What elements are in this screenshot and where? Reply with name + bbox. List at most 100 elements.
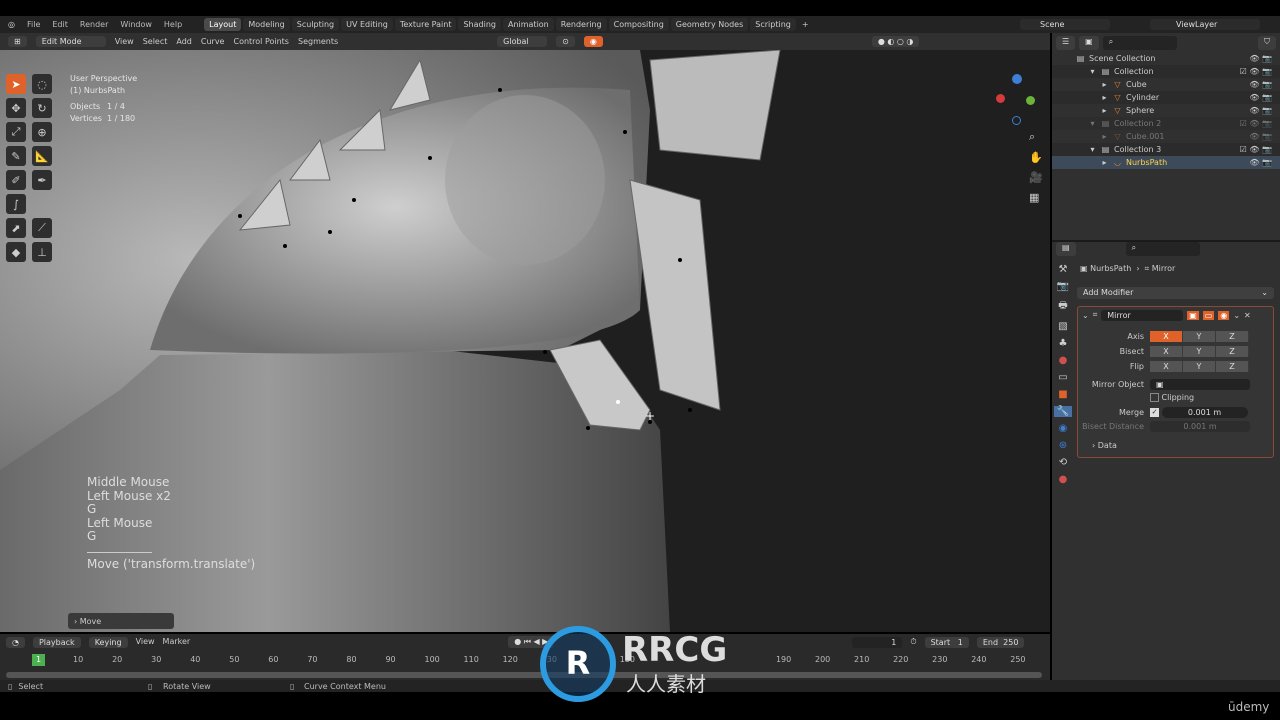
timeline-scrollbar[interactable] bbox=[6, 672, 1042, 678]
menu-segments[interactable]: Segments bbox=[298, 37, 338, 46]
exclude-checkbox[interactable]: ☑ bbox=[1240, 119, 1250, 128]
collapse-chevron-icon[interactable]: ⌄ bbox=[1082, 311, 1089, 320]
tab-geometry-nodes[interactable]: Geometry Nodes bbox=[670, 18, 749, 31]
menu-help[interactable]: Help bbox=[164, 20, 182, 29]
tilt-tool[interactable]: ◆ bbox=[6, 242, 26, 262]
exclude-checkbox[interactable]: ☑ bbox=[1240, 145, 1250, 154]
menu-select[interactable]: Select bbox=[143, 37, 168, 46]
outliner-item-cube[interactable]: ▸ ▽ Cube 👁 📷 bbox=[1052, 78, 1280, 91]
add-workspace-button[interactable]: + bbox=[802, 20, 809, 29]
filter-view-button[interactable]: ▣ bbox=[1079, 36, 1099, 50]
add-modifier-dropdown[interactable]: Add Modifier ⌄ bbox=[1077, 287, 1274, 299]
menu-add[interactable]: Add bbox=[176, 37, 192, 46]
tab-scripting[interactable]: Scripting bbox=[750, 18, 796, 31]
timeline-menu-playback[interactable]: Playback bbox=[32, 636, 81, 648]
view-layer-tab-icon[interactable]: ▧ bbox=[1058, 321, 1067, 332]
material-tab-icon[interactable]: ● bbox=[1059, 474, 1068, 485]
camera-render-icon[interactable]: 📷 bbox=[1262, 67, 1272, 76]
merge-checkbox[interactable]: ✓ bbox=[1150, 408, 1159, 417]
menu-view[interactable]: View bbox=[115, 37, 134, 46]
expand-arrow-icon[interactable]: ▸ bbox=[1100, 93, 1109, 102]
delete-modifier-icon[interactable]: ✕ bbox=[1244, 311, 1251, 320]
pen-tool[interactable]: ✒ bbox=[32, 170, 52, 190]
expand-arrow-icon[interactable]: ▾ bbox=[1088, 145, 1097, 154]
timeline-menu-keying[interactable]: Keying bbox=[88, 636, 128, 648]
camera-render-icon[interactable]: 📷 bbox=[1262, 145, 1272, 154]
editor-type-button[interactable]: ⊞ bbox=[8, 36, 27, 47]
eye-icon[interactable]: 👁 bbox=[1249, 132, 1262, 141]
camera-render-icon[interactable]: 📷 bbox=[1262, 93, 1272, 102]
snap-toggle[interactable]: ⊙ bbox=[556, 36, 575, 47]
timeline-menu-view[interactable]: View bbox=[136, 637, 155, 648]
scene-tab-icon[interactable]: ♣ bbox=[1059, 338, 1068, 349]
render-tab-icon[interactable]: 📷 bbox=[1057, 281, 1069, 292]
constraints-tab-icon[interactable]: ⊛ bbox=[1059, 440, 1067, 451]
radius-tool[interactable]: ⟋ bbox=[32, 218, 52, 238]
expand-arrow-icon[interactable]: ▾ bbox=[1088, 119, 1097, 128]
collection-tab-icon[interactable]: ▭ bbox=[1058, 372, 1067, 383]
camera-render-icon[interactable]: 📷 bbox=[1262, 54, 1272, 63]
timeline-editor-button[interactable]: ◔ bbox=[6, 636, 25, 648]
camera-render-icon[interactable]: 📷 bbox=[1262, 132, 1272, 141]
properties-editor-button[interactable]: ▤ bbox=[1056, 242, 1076, 256]
scene-selector[interactable]: Scene bbox=[1020, 19, 1110, 30]
randomize-tool[interactable]: ⊥ bbox=[32, 242, 52, 262]
select-circle-tool[interactable]: ◌ bbox=[32, 74, 52, 94]
modifier-menu-icon[interactable]: ⌄ bbox=[1233, 311, 1240, 320]
draw-tool[interactable]: ✐ bbox=[6, 170, 26, 190]
modifier-name-field[interactable]: Mirror bbox=[1101, 309, 1184, 321]
menu-control-points[interactable]: Control Points bbox=[233, 37, 289, 46]
tab-modeling[interactable]: Modeling bbox=[243, 18, 290, 31]
data-tab-icon[interactable]: ⟲ bbox=[1059, 457, 1067, 468]
menu-edit[interactable]: Edit bbox=[52, 20, 68, 29]
blender-logo-icon[interactable]: ◎ bbox=[8, 20, 15, 29]
camera-render-icon[interactable]: 📷 bbox=[1262, 80, 1272, 89]
viewport-toggle[interactable]: ▭ bbox=[1202, 310, 1215, 320]
clipping-checkbox[interactable] bbox=[1150, 393, 1159, 402]
menu-window[interactable]: Window bbox=[120, 20, 152, 29]
frame-ruler[interactable]: 1 10203040506070809010011012013015019020… bbox=[0, 654, 1050, 670]
annotate-tool[interactable]: ✎ bbox=[6, 146, 26, 166]
tab-layout[interactable]: Layout bbox=[204, 18, 242, 31]
properties-search[interactable]: ⌕ bbox=[1125, 242, 1200, 256]
redo-panel[interactable]: › Move bbox=[68, 613, 174, 629]
eye-icon[interactable]: 👁 bbox=[1249, 119, 1262, 128]
menu-curve[interactable]: Curve bbox=[201, 37, 225, 46]
tab-rendering[interactable]: Rendering bbox=[555, 18, 607, 31]
flip-z-toggle[interactable]: Z bbox=[1216, 361, 1249, 372]
menu-file[interactable]: File bbox=[27, 20, 40, 29]
select-tool[interactable]: ➤ bbox=[6, 74, 26, 94]
outliner-item-cube-001[interactable]: ▸ ▽ Cube.001 👁 📷 bbox=[1052, 130, 1280, 143]
navigation-gizmo[interactable] bbox=[996, 74, 1038, 125]
expand-arrow-icon[interactable]: ▾ bbox=[1088, 67, 1097, 76]
mirror-object-field[interactable]: ▣ bbox=[1150, 379, 1250, 390]
scale-tool[interactable]: ⤢ bbox=[6, 122, 26, 142]
eye-icon[interactable]: 👁 bbox=[1249, 67, 1262, 76]
expand-arrow-icon[interactable]: ▸ bbox=[1100, 80, 1109, 89]
eye-icon[interactable]: 👁 bbox=[1249, 158, 1262, 167]
transform-tool[interactable]: ⊕ bbox=[32, 122, 52, 142]
grid-icon[interactable]: ▦ bbox=[1029, 191, 1043, 204]
data-subpanel[interactable]: › Data bbox=[1078, 441, 1273, 450]
expand-arrow-icon[interactable]: ▸ bbox=[1100, 132, 1109, 141]
editmode-toggle[interactable]: ▣ bbox=[1187, 310, 1199, 320]
end-frame-field[interactable]: End 250 bbox=[976, 636, 1025, 648]
camera-render-icon[interactable]: 📷 bbox=[1262, 158, 1272, 167]
curve-pen-tool[interactable]: ∫ bbox=[6, 194, 26, 214]
eye-icon[interactable]: 👁 bbox=[1249, 80, 1262, 89]
physics-tab-icon[interactable]: ◉ bbox=[1059, 423, 1068, 434]
camera-render-icon[interactable]: 📷 bbox=[1262, 119, 1272, 128]
extrude-tool[interactable]: ⬈ bbox=[6, 218, 26, 238]
tool-tab-icon[interactable]: ⚒ bbox=[1059, 264, 1068, 275]
tab-sculpting[interactable]: Sculpting bbox=[291, 18, 340, 31]
expand-arrow-icon[interactable]: ▸ bbox=[1100, 158, 1109, 167]
tab-texture-paint[interactable]: Texture Paint bbox=[394, 18, 457, 31]
rotate-tool[interactable]: ↻ bbox=[32, 98, 52, 118]
3d-viewport[interactable]: + ➤ ◌ ✥ ↻ ⤢ ⊕ ✎ 📐 ✐ ✒ ∫ ⬈ ⟋ ◆ ⊥ User Perspectiv… bbox=[0, 50, 1050, 632]
eye-icon[interactable]: 👁 bbox=[1249, 145, 1262, 154]
mode-dropdown[interactable]: Edit Mode bbox=[35, 36, 106, 47]
pan-hand-icon[interactable]: ✋ bbox=[1029, 151, 1043, 164]
proportional-edit-toggle[interactable]: ◉ bbox=[583, 36, 603, 47]
zoom-icon[interactable]: ⌕ bbox=[1029, 130, 1043, 144]
output-tab-icon[interactable]: 🖶 bbox=[1058, 298, 1067, 315]
